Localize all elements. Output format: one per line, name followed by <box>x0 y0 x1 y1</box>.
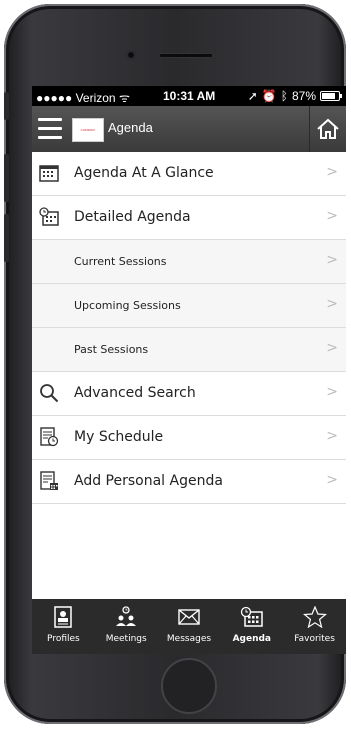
chevron-right-icon: > <box>326 384 338 400</box>
menu-item-past-sessions[interactable]: Past Sessions > <box>32 328 346 372</box>
mute-switch <box>4 92 9 120</box>
tab-label: Messages <box>166 634 212 644</box>
menu-item-detailed-agenda[interactable]: Detailed Agenda > <box>32 196 346 240</box>
tab-messages[interactable]: Messages <box>158 599 221 654</box>
menu-item-label: Advanced Search <box>74 385 196 401</box>
tab-label: Profiles <box>47 634 80 644</box>
menu-item-advanced-search[interactable]: Advanced Search > <box>32 372 346 416</box>
wifi-icon: ᯤ <box>118 91 130 105</box>
chevron-right-icon: > <box>326 472 338 488</box>
calendar-grid-icon <box>39 165 59 182</box>
tab-profiles[interactable]: Profiles <box>32 599 95 654</box>
star-icon <box>302 606 327 628</box>
profile-card-icon <box>54 606 73 628</box>
tab-label: Meetings <box>105 634 147 644</box>
meetings-icon <box>116 606 137 626</box>
phone-frame: ●●●●● Verizon ᯤ 10:31 AM ➚ ⏰ ᛒ 87% COMPA… <box>4 4 346 724</box>
tab-label: Favorites <box>294 634 335 644</box>
search-icon <box>40 384 59 403</box>
menu-item-current-sessions[interactable]: Current Sessions > <box>32 240 346 284</box>
header-bar: COMPANY Agenda <box>32 106 346 152</box>
company-logo: COMPANY <box>72 118 104 142</box>
carrier-label: ●●●●● Verizon ᯤ <box>36 91 130 105</box>
chevron-right-icon: > <box>326 164 338 180</box>
calendar-clock-icon <box>39 207 59 226</box>
menu-item-upcoming-sessions[interactable]: Upcoming Sessions > <box>32 284 346 328</box>
home-icon[interactable] <box>309 106 346 152</box>
schedule-icon <box>40 427 59 447</box>
menu-item-label: Agenda At A Glance <box>74 165 214 181</box>
agenda-icon <box>240 606 263 627</box>
chevron-right-icon: > <box>326 428 338 444</box>
screen: ●●●●● Verizon ᯤ 10:31 AM ➚ ⏰ ᛒ 87% COMPA… <box>32 86 346 654</box>
page-title: Agenda <box>108 120 153 135</box>
menu-item-label: Add Personal Agenda <box>74 473 223 489</box>
earpiece-speaker <box>159 53 213 58</box>
volume-down-button <box>4 214 9 262</box>
volume-up-button <box>4 154 9 202</box>
chevron-right-icon: > <box>326 252 338 268</box>
menu-item-label: My Schedule <box>74 429 164 445</box>
envelope-icon <box>178 609 200 625</box>
bottom-tab-bar: Profiles Meetings Messages Agenda Favori… <box>32 599 346 654</box>
menu-item-label: Current Sessions <box>74 255 167 268</box>
hamburger-menu-icon[interactable] <box>38 118 62 140</box>
status-bar: ●●●●● Verizon ᯤ 10:31 AM ➚ ⏰ ᛒ 87% <box>32 86 346 106</box>
location-icon: ➚ <box>247 89 258 103</box>
menu-item-label: Upcoming Sessions <box>74 299 181 312</box>
add-agenda-icon <box>40 471 58 490</box>
menu-item-add-personal-agenda[interactable]: Add Personal Agenda > <box>32 460 346 504</box>
tab-agenda[interactable]: Agenda <box>220 599 283 654</box>
bluetooth-icon: ᛒ <box>280 89 288 103</box>
home-button[interactable] <box>161 658 217 714</box>
chevron-right-icon: > <box>326 296 338 312</box>
battery-icon <box>320 91 342 101</box>
chevron-right-icon: > <box>326 208 338 224</box>
menu-item-label: Detailed Agenda <box>74 209 191 225</box>
tab-favorites[interactable]: Favorites <box>283 599 346 654</box>
status-right: ➚ ⏰ ᛒ 87% <box>247 89 342 103</box>
menu-item-my-schedule[interactable]: My Schedule > <box>32 416 346 460</box>
alarm-icon: ⏰ <box>261 89 277 103</box>
clock: 10:31 AM <box>163 89 216 103</box>
tab-meetings[interactable]: Meetings <box>95 599 158 654</box>
agenda-menu-list: Agenda At A Glance > Detailed Agenda > C… <box>32 152 346 504</box>
front-camera <box>126 50 136 60</box>
menu-item-agenda-at-a-glance[interactable]: Agenda At A Glance > <box>32 152 346 196</box>
battery-percent: 87% <box>291 89 316 103</box>
chevron-right-icon: > <box>326 340 338 356</box>
tab-label: Agenda <box>232 634 271 644</box>
menu-item-label: Past Sessions <box>74 343 149 356</box>
